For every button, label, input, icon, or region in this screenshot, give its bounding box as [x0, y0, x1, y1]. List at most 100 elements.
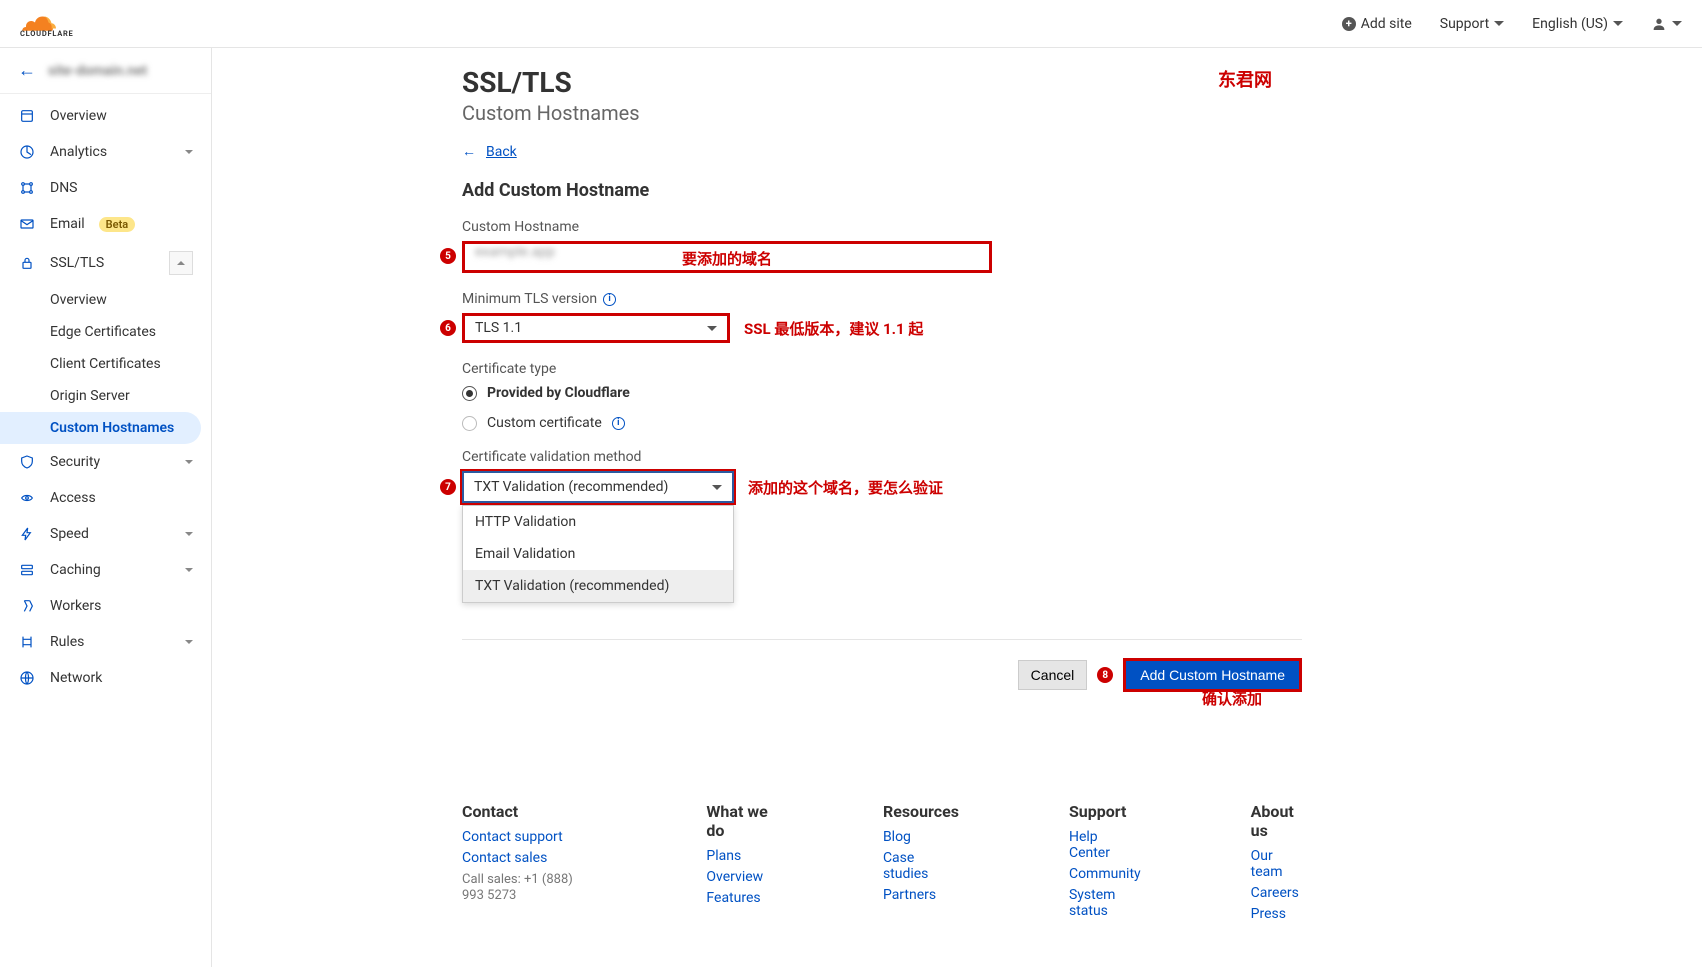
nav-network[interactable]: Network: [0, 660, 211, 696]
nav-email[interactable]: EmailBeta: [0, 206, 211, 242]
validation-select[interactable]: TXT Validation (recommended): [462, 471, 734, 503]
caret-down-icon: [707, 326, 717, 331]
tls-select[interactable]: TLS 1.1: [462, 313, 730, 343]
nav-security[interactable]: Security: [0, 444, 211, 480]
nav-label: Speed: [50, 526, 89, 542]
tls-label-text: Minimum TLS version: [462, 291, 597, 307]
nav-rules[interactable]: Rules: [0, 624, 211, 660]
overview-icon: [18, 107, 36, 125]
back-link-text[interactable]: Back: [486, 144, 517, 160]
cert-type-group: Certificate type Provided by Cloudflare …: [462, 361, 1672, 431]
footer-link[interactable]: Plans: [706, 848, 773, 864]
option-txt[interactable]: TXT Validation (recommended): [463, 570, 733, 602]
nav-overview[interactable]: Overview: [0, 98, 211, 134]
radio-cloudflare[interactable]: Provided by Cloudflare: [462, 385, 1672, 401]
footer-link[interactable]: Features: [706, 890, 773, 906]
radio-custom[interactable]: Custom certificate i: [462, 415, 1672, 431]
footer-link[interactable]: System status: [1069, 887, 1141, 919]
language-menu[interactable]: English (US): [1532, 16, 1623, 32]
radio-label: Custom certificate: [487, 415, 602, 431]
add-site-button[interactable]: + Add site: [1342, 16, 1412, 32]
footer-link[interactable]: Community: [1069, 866, 1141, 882]
option-http[interactable]: HTTP Validation: [463, 506, 733, 538]
cloudflare-logo[interactable]: CLOUDFLARE: [20, 10, 110, 38]
footer-heading: What we do: [706, 802, 773, 840]
watermark: 东君网: [1218, 66, 1272, 92]
footer-whatwedo: What we do Plans Overview Features: [706, 802, 773, 927]
cancel-button[interactable]: Cancel: [1018, 660, 1088, 690]
tls-group: Minimum TLS version i 6 TLS 1.1 SSL 最低版本…: [462, 291, 1672, 343]
account-menu[interactable]: [1651, 16, 1682, 32]
topbar: CLOUDFLARE + Add site Support English (U…: [0, 0, 1702, 48]
ssl-overview[interactable]: Overview: [0, 284, 211, 316]
footer-heading: Resources: [883, 802, 959, 821]
annotation-text: 确认添加: [1202, 688, 1262, 709]
footer-link[interactable]: Overview: [706, 869, 773, 885]
footer-link[interactable]: Help Center: [1069, 829, 1141, 861]
footer-heading: Support: [1069, 802, 1141, 821]
plus-icon: +: [1342, 17, 1356, 31]
info-icon[interactable]: i: [603, 293, 616, 306]
back-arrow-icon[interactable]: ←: [18, 60, 36, 81]
add-site-label: Add site: [1361, 16, 1412, 32]
chevron-down-icon: [185, 150, 193, 154]
hostname-input[interactable]: example.app 要添加的域名: [462, 241, 992, 273]
annotation-badge-5: 5: [440, 248, 456, 264]
chevron-down-icon: [185, 640, 193, 644]
nav-label: SSL/TLS: [50, 255, 104, 271]
footer-link[interactable]: Our team: [1251, 848, 1302, 880]
nav-label: Workers: [50, 598, 101, 614]
hostname-group: Custom Hostname 5 example.app 要添加的域名: [462, 219, 1672, 273]
footer-link[interactable]: Careers: [1251, 885, 1302, 901]
footer-link[interactable]: Case studies: [883, 850, 959, 882]
footer-link[interactable]: Contact support: [462, 829, 596, 845]
footer-heading: Contact: [462, 802, 596, 821]
footer-link[interactable]: Contact sales: [462, 850, 596, 866]
sidebar: ← site-domain.net Overview Analytics DNS…: [0, 48, 212, 967]
tls-value: TLS 1.1: [475, 320, 522, 336]
hostname-value: example.app: [475, 244, 555, 260]
footer-link[interactable]: Blog: [883, 829, 959, 845]
annotation-badge-7: 7: [440, 479, 456, 495]
radio-input[interactable]: [462, 386, 477, 401]
site-selector[interactable]: ← site-domain.net: [0, 48, 211, 94]
radio-label: Provided by Cloudflare: [487, 385, 630, 401]
option-email[interactable]: Email Validation: [463, 538, 733, 570]
user-icon: [1651, 16, 1667, 32]
actions-row: Cancel 8 Add Custom Hostname 确认添加: [462, 639, 1302, 692]
footer-link[interactable]: Press: [1251, 906, 1302, 922]
info-icon[interactable]: i: [612, 417, 625, 430]
ssl-client-certificates[interactable]: Client Certificates: [0, 348, 211, 380]
radio-input[interactable]: [462, 416, 477, 431]
nav-caching[interactable]: Caching: [0, 552, 211, 588]
main-content: 东君网 SSL/TLS Custom Hostnames ← Back Add …: [212, 48, 1702, 967]
site-name: site-domain.net: [48, 63, 147, 79]
chevron-down-icon: [185, 460, 193, 464]
speed-icon: [18, 525, 36, 543]
support-menu[interactable]: Support: [1440, 16, 1504, 32]
annotation-text: SSL 最低版本，建议 1.1 起: [744, 318, 923, 339]
nav-label: Overview: [50, 108, 107, 124]
nav-label: Access: [50, 490, 96, 506]
caret-down-icon: [1672, 21, 1682, 26]
validation-dropdown: HTTP Validation Email Validation TXT Val…: [462, 505, 734, 603]
ssl-origin-server[interactable]: Origin Server: [0, 380, 211, 412]
nav-dns[interactable]: DNS: [0, 170, 211, 206]
chevron-down-icon: [185, 532, 193, 536]
back-link[interactable]: ← Back: [462, 143, 1672, 160]
annotation-badge-8: 8: [1097, 667, 1113, 683]
nav-label: Analytics: [50, 144, 107, 160]
nav-speed[interactable]: Speed: [0, 516, 211, 552]
ssl-custom-hostnames[interactable]: Custom Hostnames: [0, 412, 201, 444]
nav-workers[interactable]: Workers: [0, 588, 211, 624]
add-hostname-button[interactable]: Add Custom Hostname: [1123, 658, 1302, 692]
nav-label: Email: [50, 216, 85, 232]
nav-access[interactable]: Access: [0, 480, 211, 516]
support-label: Support: [1440, 16, 1489, 32]
footer-link[interactable]: Partners: [883, 887, 959, 903]
nav-ssl[interactable]: SSL/TLS: [0, 242, 211, 284]
nav-analytics[interactable]: Analytics: [0, 134, 211, 170]
collapse-button[interactable]: [169, 251, 193, 275]
lock-icon: [18, 254, 36, 272]
ssl-edge-certificates[interactable]: Edge Certificates: [0, 316, 211, 348]
